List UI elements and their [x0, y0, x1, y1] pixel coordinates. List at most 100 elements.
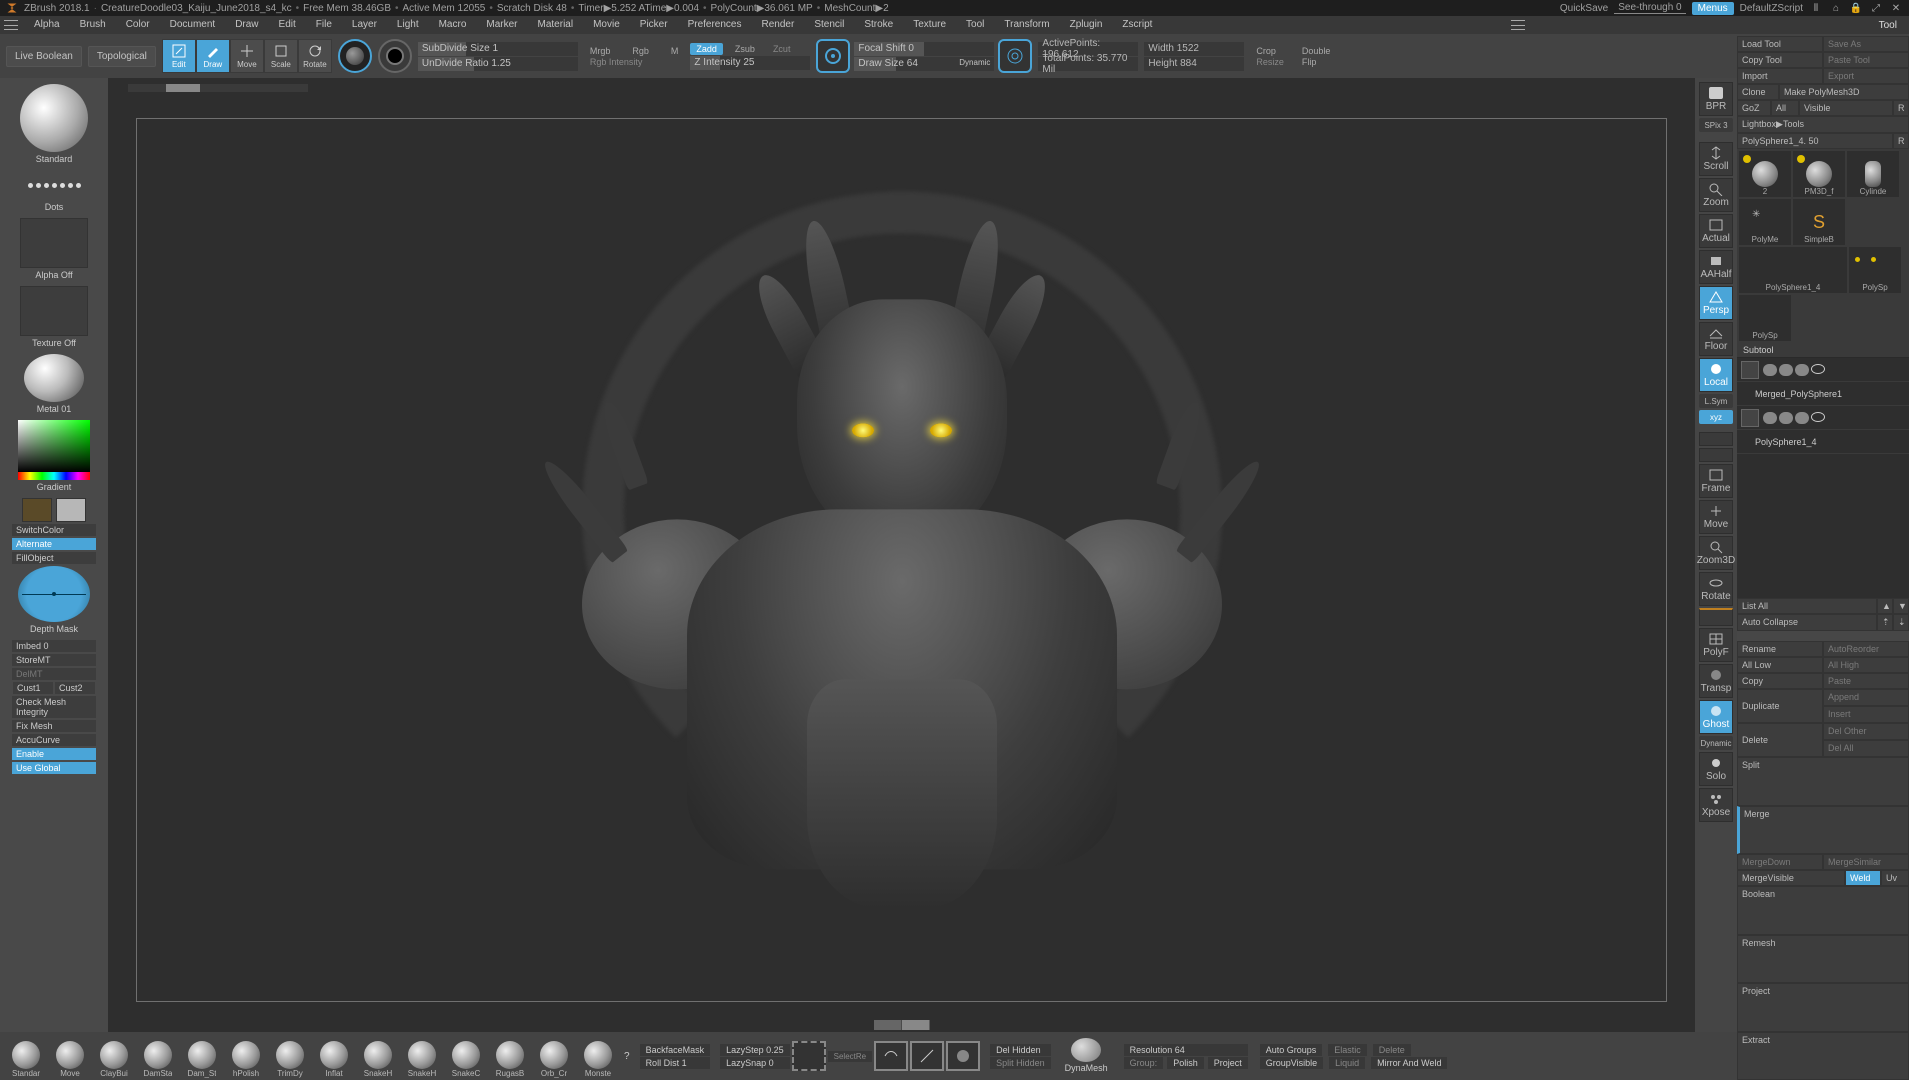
- ghost-button[interactable]: Ghost: [1699, 700, 1733, 734]
- tool-thumb[interactable]: SSimpleB: [1793, 199, 1845, 245]
- actual-button[interactable]: Actual: [1699, 214, 1733, 248]
- unknown-small-a[interactable]: [1699, 432, 1733, 446]
- bpr-button[interactable]: BPR: [1699, 82, 1733, 116]
- menu-render[interactable]: Render: [752, 16, 805, 34]
- subtool-row[interactable]: PolySphere1_4: [1737, 430, 1909, 454]
- frame-button[interactable]: Frame: [1699, 464, 1733, 498]
- zadd-button[interactable]: Zadd: [690, 43, 723, 55]
- enable-button[interactable]: Enable: [12, 748, 96, 760]
- goz-r-button[interactable]: R: [1893, 100, 1909, 116]
- topological-button[interactable]: Topological: [88, 46, 156, 67]
- menu-preferences[interactable]: Preferences: [678, 16, 752, 34]
- canvas-height[interactable]: Height 884: [1144, 57, 1244, 71]
- import-button[interactable]: Import: [1737, 68, 1823, 84]
- zcut-button[interactable]: Zcut: [767, 44, 797, 54]
- menu-tool[interactable]: Tool: [956, 16, 994, 34]
- mrgb-button[interactable]: Mrgb: [584, 46, 617, 56]
- tool-thumb[interactable]: ✳PolyMe: [1739, 199, 1791, 245]
- help-icon[interactable]: ?: [624, 1051, 630, 1062]
- move-down-icon[interactable]: ⇣: [1893, 614, 1909, 631]
- menu-draw[interactable]: Draw: [225, 16, 268, 34]
- check-mesh-button[interactable]: Check Mesh Integrity: [12, 696, 96, 718]
- live-boolean-button[interactable]: Live Boolean: [6, 46, 82, 67]
- use-global-button[interactable]: Use Global: [12, 762, 96, 774]
- persp-button[interactable]: Persp: [1699, 286, 1733, 320]
- clone-button[interactable]: Clone: [1737, 84, 1779, 100]
- unknown-small-b[interactable]: [1699, 448, 1733, 462]
- jog-fill-button[interactable]: [1699, 608, 1733, 626]
- dyn-project-button[interactable]: Project: [1208, 1057, 1248, 1069]
- undivide-ratio-slider[interactable]: UnDivide Ratio 1.25: [418, 57, 578, 71]
- delete-btn[interactable]: Delete: [1373, 1044, 1411, 1056]
- uv-button[interactable]: Uv: [1881, 870, 1909, 886]
- focal-shift-slider[interactable]: Focal Shift 0: [854, 42, 994, 56]
- focal-target-icon[interactable]: [816, 39, 850, 73]
- clip-icon[interactable]: [946, 1041, 980, 1071]
- remesh-section[interactable]: Remesh: [1737, 935, 1909, 984]
- resolution-slider[interactable]: Resolution 64: [1124, 1044, 1248, 1056]
- default-script[interactable]: DefaultZScript: [1740, 3, 1803, 14]
- extract-section[interactable]: Extract: [1737, 1032, 1909, 1080]
- tool-thumb[interactable]: PolySp: [1739, 295, 1791, 341]
- merge-similar-button[interactable]: MergeSimilar: [1823, 854, 1909, 870]
- merge-down-button[interactable]: MergeDown: [1737, 854, 1823, 870]
- resize-button[interactable]: Resize: [1250, 57, 1290, 67]
- menu-light[interactable]: Light: [387, 16, 429, 34]
- menu-picker[interactable]: Picker: [630, 16, 678, 34]
- menu-edit[interactable]: Edit: [269, 16, 306, 34]
- quick-brush[interactable]: Orb_Cr: [534, 1041, 574, 1078]
- quick-brush[interactable]: SnakeC: [446, 1041, 486, 1078]
- backface-mask-button[interactable]: BackfaceMask: [640, 1044, 711, 1056]
- cust2-button[interactable]: Cust2: [55, 682, 95, 694]
- fix-mesh-button[interactable]: Fix Mesh: [12, 720, 96, 732]
- subtool-row[interactable]: Merged_PolySphere1: [1737, 382, 1909, 406]
- auto-collapse-button[interactable]: Auto Collapse: [1737, 614, 1877, 631]
- copy-tool-button[interactable]: Copy Tool: [1737, 52, 1823, 68]
- make-polymesh-button[interactable]: Make PolyMesh3D: [1779, 84, 1909, 100]
- menu-texture[interactable]: Texture: [903, 16, 956, 34]
- alternate-button[interactable]: Alternate: [12, 538, 96, 550]
- tool-thumb[interactable]: PM3D_f: [1793, 151, 1845, 197]
- roll-dist-slider[interactable]: Roll Dist 1: [640, 1057, 711, 1069]
- color-picker[interactable]: [18, 420, 90, 480]
- tool-thumb[interactable]: PolySphere1_4: [1739, 247, 1847, 293]
- lazystep-slider[interactable]: LazyStep 0.25: [720, 1044, 790, 1056]
- quick-brush[interactable]: Monste: [578, 1041, 618, 1078]
- groupvisible-button[interactable]: GroupVisible: [1260, 1057, 1323, 1069]
- goz-visible-button[interactable]: Visible: [1799, 100, 1893, 116]
- fill-object-button[interactable]: FillObject: [12, 552, 96, 564]
- move-mode-button[interactable]: Move: [230, 39, 264, 73]
- menu-color[interactable]: Color: [116, 16, 160, 34]
- merge-section[interactable]: Merge: [1737, 806, 1909, 855]
- scale-mode-button[interactable]: Scale: [264, 39, 298, 73]
- quick-brush[interactable]: hPolish: [226, 1041, 266, 1078]
- polish-button[interactable]: Polish: [1167, 1057, 1204, 1069]
- split-hidden-button[interactable]: Split Hidden: [990, 1057, 1051, 1069]
- solo-button[interactable]: Solo: [1699, 752, 1733, 786]
- rgb-button[interactable]: Rgb: [626, 46, 655, 56]
- project-section[interactable]: Project: [1737, 983, 1909, 1032]
- subtool-header[interactable]: Subtool: [1737, 343, 1909, 358]
- menus-toggle[interactable]: Menus: [1692, 2, 1734, 15]
- xpose-button[interactable]: Xpose: [1699, 788, 1733, 822]
- storemt-button[interactable]: StoreMT: [12, 654, 96, 666]
- aahalf-button[interactable]: AAHalf: [1699, 250, 1733, 284]
- trim-icon[interactable]: [874, 1041, 908, 1071]
- arrow-up-icon[interactable]: ▲: [1877, 598, 1893, 614]
- del-all-button[interactable]: Del All: [1823, 740, 1909, 757]
- material-preview[interactable]: [24, 354, 84, 402]
- menu-material[interactable]: Material: [528, 16, 584, 34]
- mirror-weld-button[interactable]: Mirror And Weld: [1371, 1057, 1447, 1069]
- quick-brush[interactable]: Inflat: [314, 1041, 354, 1078]
- canvas-width[interactable]: Width 1522: [1144, 42, 1244, 56]
- shelf-toggle-icon[interactable]: [874, 1020, 930, 1030]
- quick-brush[interactable]: Standar: [6, 1041, 46, 1078]
- brush-preview[interactable]: [20, 84, 88, 152]
- insert-button[interactable]: Insert: [1823, 706, 1909, 723]
- lsym-button[interactable]: L.Sym: [1699, 394, 1733, 408]
- polyf-button[interactable]: PolyF: [1699, 628, 1733, 662]
- rgb-intensity-slider[interactable]: Rgb Intensity: [584, 57, 685, 67]
- all-high-button[interactable]: All High: [1823, 657, 1909, 673]
- doc-scrollbar[interactable]: [128, 84, 308, 92]
- crop-button[interactable]: Crop: [1250, 46, 1290, 56]
